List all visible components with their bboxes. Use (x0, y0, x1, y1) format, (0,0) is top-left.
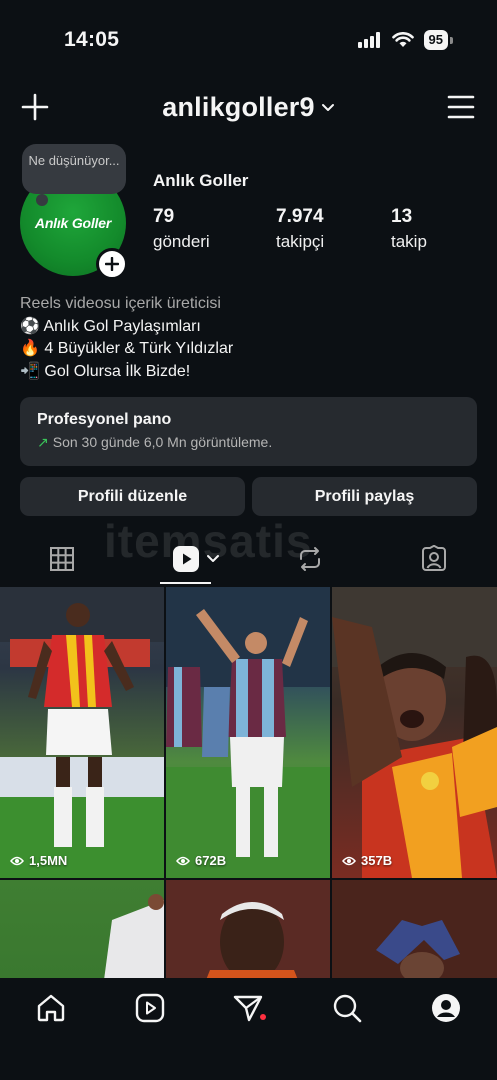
home-icon (37, 994, 65, 1022)
view-count: 672B (176, 853, 226, 868)
plus-icon (105, 257, 119, 271)
add-story-button[interactable] (96, 248, 128, 280)
bio: Reels videosu içerik üreticisi ⚽ Anlık G… (20, 293, 233, 383)
nav-reels[interactable] (134, 992, 166, 1024)
username: anlikgoller9 (162, 92, 315, 122)
thumbnail-image (332, 587, 497, 878)
nav-home[interactable] (35, 992, 67, 1024)
thumbnail-image (104, 894, 164, 978)
dashboard-subtitle: ↗ Son 30 günde 6,0 Mn görüntüleme. (37, 434, 460, 451)
trend-up-icon: ↗ (37, 434, 49, 450)
dashboard-title: Profesyonel pano (37, 411, 172, 428)
professional-dashboard[interactable]: Profesyonel pano ↗ Son 30 günde 6,0 Mn gö… (20, 397, 477, 466)
stat-label: takip (391, 232, 427, 251)
wifi-icon (391, 32, 414, 47)
status-bar: 14:05 95 (0, 0, 497, 80)
nav-messages[interactable] (232, 992, 264, 1024)
bottom-navigation (0, 978, 497, 1080)
view-count-text: 1,5MN (29, 853, 68, 868)
account-switcher[interactable]: anlikgoller9 (0, 92, 497, 123)
stat-followers[interactable]: 7.974 takipçi (276, 206, 324, 252)
reel-thumbnail[interactable] (332, 880, 497, 978)
thumbnail-image (166, 587, 330, 878)
status-time: 14:05 (64, 28, 120, 51)
reels-grid: 1,5MN 672B 357B (0, 587, 497, 978)
tab-reposts[interactable] (294, 542, 326, 576)
bio-category: Reels videosu içerik üreticisi (20, 295, 221, 312)
stat-label: gönderi (153, 232, 210, 251)
bio-line: 📲 Gol Olursa İlk Bizde! (20, 362, 191, 380)
avatar-logo-text: Anlık Goller (34, 215, 112, 231)
view-count-text: 672B (195, 853, 227, 868)
search-icon (333, 994, 362, 1023)
stat-value: 79 (153, 206, 175, 227)
eye-icon (10, 856, 24, 865)
notification-dot (260, 1014, 266, 1020)
view-count: 357B (342, 853, 392, 868)
eye-icon (342, 856, 356, 865)
thumbnail-image (332, 880, 497, 978)
reel-thumbnail[interactable]: 1,5MN (0, 587, 164, 878)
tab-grid[interactable] (46, 542, 78, 576)
share-profile-button[interactable]: Profili paylaş (252, 477, 477, 516)
dashboard-subtitle-text: Son 30 günde 6,0 Mn görüntüleme. (52, 434, 273, 450)
thumbnail-image (166, 880, 330, 978)
send-icon (233, 995, 263, 1022)
reels-icon (135, 993, 165, 1023)
view-count-text: 357B (361, 853, 393, 868)
repost-icon (300, 547, 320, 571)
reels-icon (173, 546, 199, 572)
chevron-down-icon (207, 555, 219, 562)
view-count: 1,5MN (10, 853, 67, 868)
active-tab-indicator (160, 582, 211, 584)
battery-tip (450, 36, 453, 44)
stat-following[interactable]: 13 takip (391, 206, 427, 252)
reel-thumbnail[interactable]: 672B (166, 587, 330, 878)
profile-icon (432, 994, 460, 1022)
display-name: Anlık Goller (153, 171, 249, 190)
profile-tabs (0, 536, 497, 586)
status-icons: 95 (357, 30, 453, 50)
reel-thumbnail[interactable] (166, 880, 330, 978)
nav-profile[interactable] (430, 992, 462, 1024)
signal-icon (357, 32, 380, 48)
note-bubble[interactable]: Ne düşünüyor... (22, 144, 126, 194)
tab-reels[interactable] (170, 542, 222, 576)
grid-icon (50, 547, 74, 571)
note-bubble-tail (36, 194, 48, 206)
bio-line: 🔥 4 Büyükler & Türk Yıldızlar (20, 340, 234, 357)
nav-search[interactable] (331, 992, 363, 1024)
thumbnail-image (0, 587, 164, 878)
tab-tagged[interactable] (418, 542, 450, 576)
stat-label: takipçi (276, 232, 325, 251)
reel-thumbnail[interactable]: 357B (332, 587, 497, 878)
eye-icon (176, 856, 190, 865)
stat-posts[interactable]: 79 gönderi (153, 206, 210, 252)
top-bar: anlikgoller9 (0, 88, 497, 128)
battery-indicator: 95 (423, 30, 448, 50)
reel-thumbnail[interactable] (0, 880, 164, 978)
chevron-down-icon (321, 103, 334, 111)
stat-value: 7.974 (276, 206, 324, 227)
tagged-icon (422, 545, 446, 571)
menu-icon[interactable] (447, 94, 475, 120)
stat-value: 13 (391, 206, 413, 227)
edit-profile-button[interactable]: Profili düzenle (20, 477, 245, 516)
bio-line: ⚽ Anlık Gol Paylaşımları (20, 317, 201, 335)
